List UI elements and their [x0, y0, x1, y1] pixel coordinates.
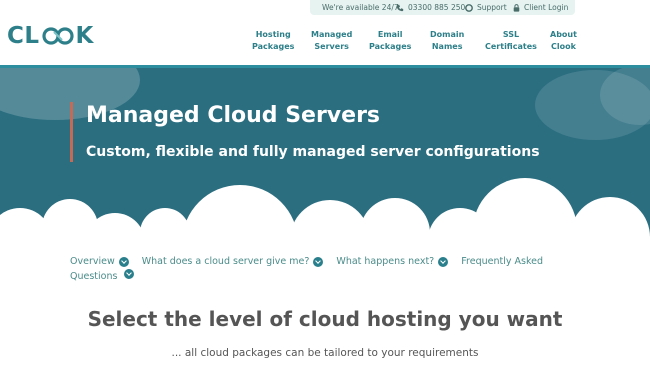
lifebuoy-icon: [465, 3, 473, 12]
nav-email-packages[interactable]: Email Packages: [369, 29, 411, 53]
hero-title: Managed Cloud Servers: [86, 103, 381, 128]
nav-managed-servers[interactable]: Managed Servers: [311, 29, 352, 53]
section-subtitle: ... all cloud packages can be tailored t…: [171, 347, 479, 359]
nav-hosting-packages[interactable]: Hosting Packages: [252, 29, 294, 53]
nav-ssl-certificates[interactable]: SSL Certificates: [485, 29, 537, 53]
chevron-down-icon: [124, 269, 135, 279]
anchor-what-does-cloud-server-give[interactable]: What does a cloud server give me?: [142, 254, 324, 269]
hero-subtitle: Custom, flexible and fully managed serve…: [86, 144, 540, 160]
logo-infinity-icon: [41, 26, 75, 46]
hero-accent-bar: [70, 102, 73, 162]
hero-top-strip: [0, 65, 650, 68]
phone-icon: [396, 4, 404, 11]
availability-text: We're available 24/7: [322, 3, 399, 12]
anchor-what-happens-next[interactable]: What happens next?: [336, 254, 449, 269]
client-login-link[interactable]: Client Login: [513, 3, 568, 12]
support-link[interactable]: Support: [465, 3, 507, 12]
top-utility-bar: We're available 24/7 03300 885 250 Suppo…: [310, 0, 575, 15]
chevron-down-icon: [438, 256, 449, 267]
nav-domain-names[interactable]: Domain Names: [430, 29, 464, 53]
lock-icon: [513, 3, 520, 12]
clook-logo[interactable]: CL K: [7, 23, 94, 49]
anchor-overview[interactable]: Overview: [70, 254, 129, 269]
chevron-down-icon: [118, 256, 129, 267]
nav-about-clook[interactable]: About Clook: [550, 29, 577, 53]
section-title: Select the level of cloud hosting you wa…: [87, 307, 563, 331]
page-anchor-links: Overview What does a cloud server give m…: [70, 254, 570, 284]
chevron-down-icon: [313, 256, 324, 267]
phone-link[interactable]: 03300 885 250: [396, 3, 465, 12]
